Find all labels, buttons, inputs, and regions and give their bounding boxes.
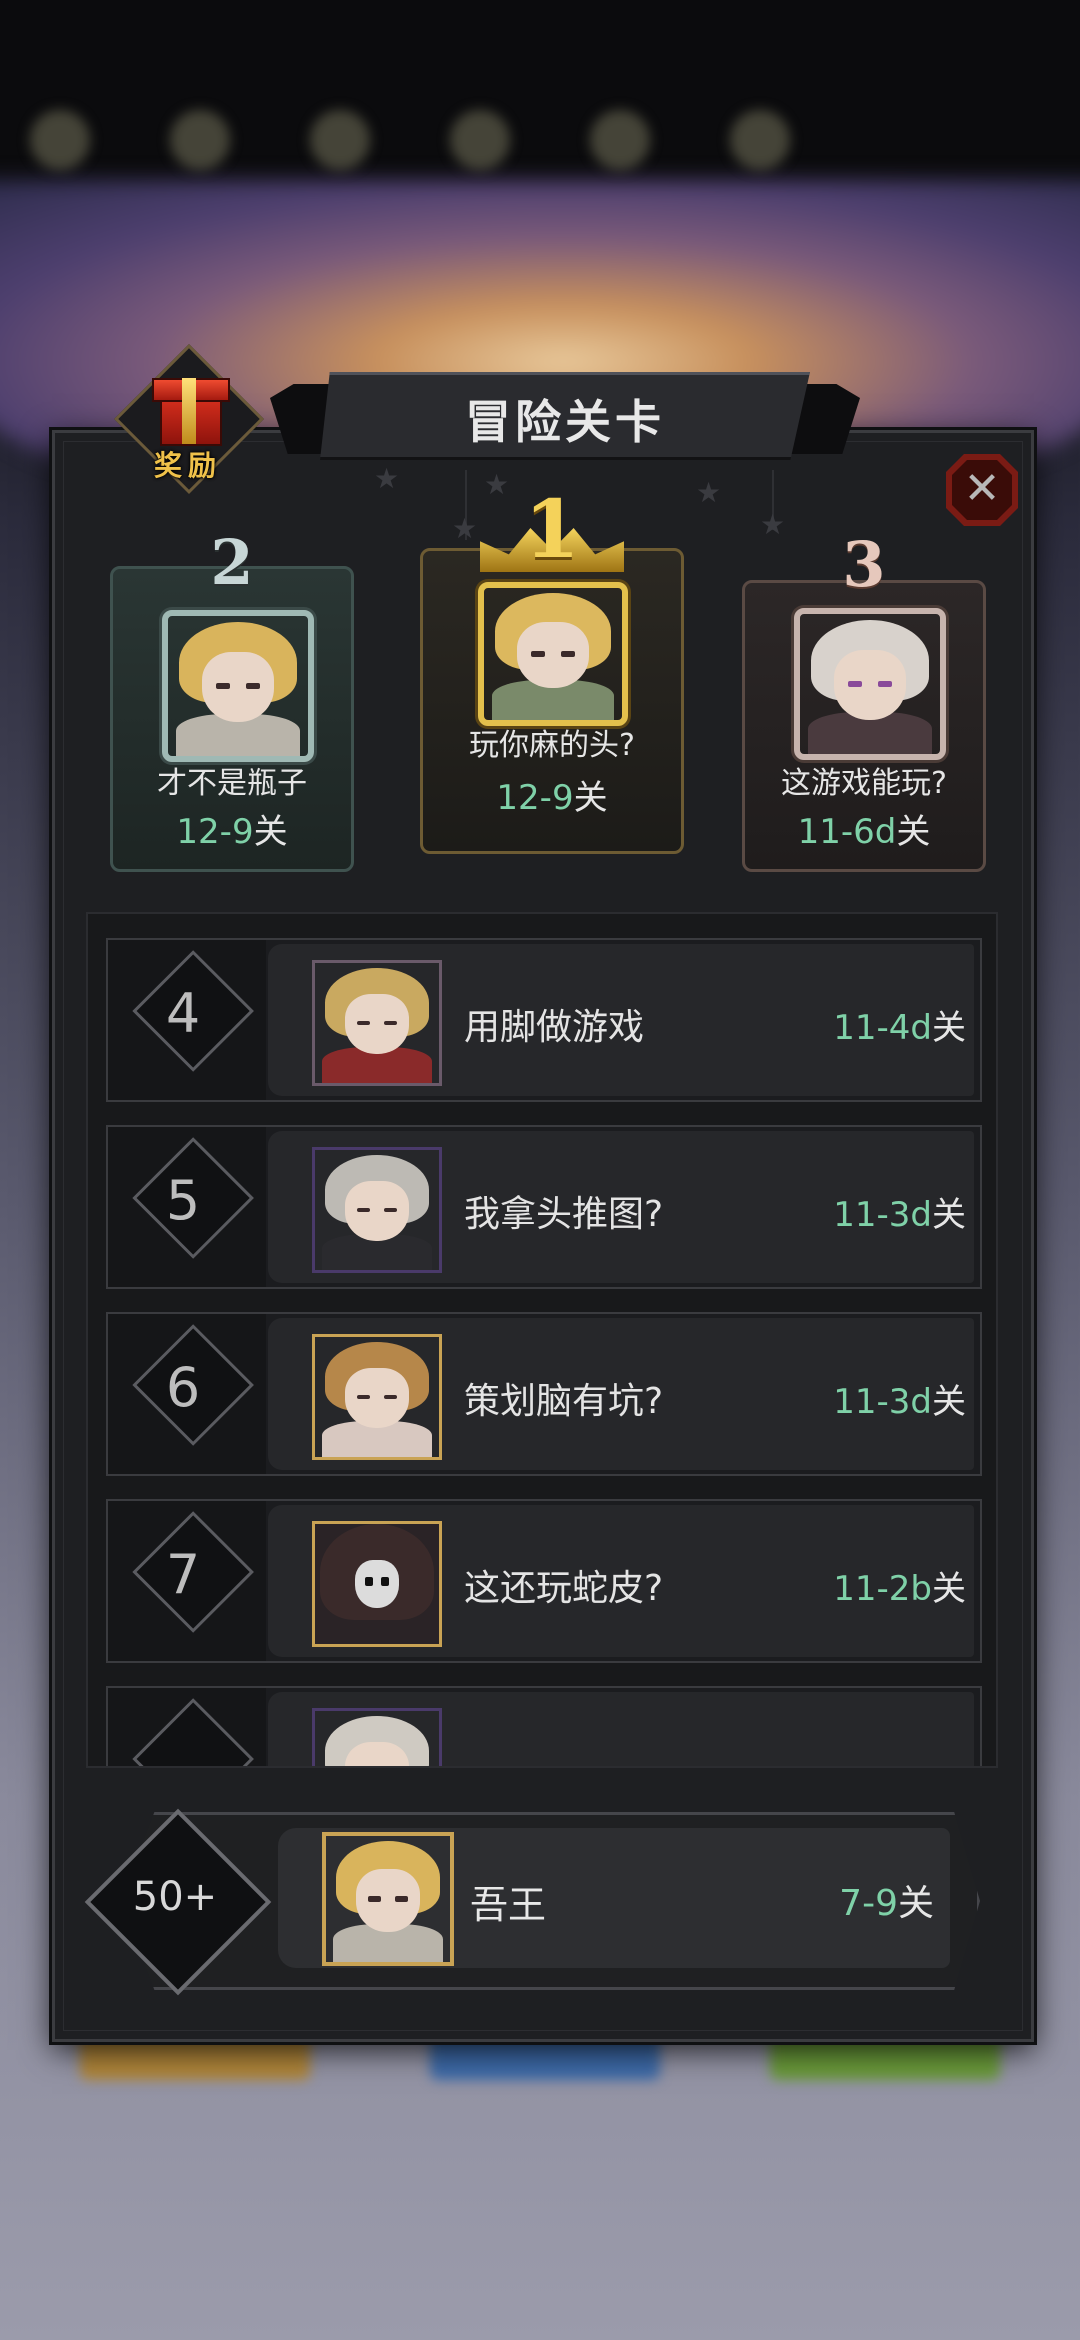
player-level: 11-6d关 — [797, 812, 931, 852]
player-level: 7-9关 — [839, 1883, 934, 1924]
player-name: 才不是瓶子 — [157, 766, 307, 801]
player-avatar — [312, 1334, 442, 1460]
close-button[interactable]: ✕ — [946, 454, 1018, 526]
player-name: 玩你麻的头? — [469, 728, 635, 763]
player-level: 11-2b关 — [833, 1569, 966, 1609]
player-name: 我拿头推图? — [464, 1194, 664, 1235]
player-name: 策划脑有坑? — [464, 1381, 664, 1422]
player-name: 这还玩蛇皮? — [464, 1568, 664, 1609]
ranking-row[interactable]: 7 这还玩蛇皮? 11-2b关 — [106, 1499, 982, 1663]
player-avatar — [794, 608, 946, 760]
player-avatar — [478, 582, 628, 726]
player-avatar — [162, 610, 314, 762]
player-name: 这游戏能玩? — [781, 766, 947, 801]
podium-card-rank-1[interactable]: 1 玩你麻的头? 12-9关 — [420, 482, 684, 854]
rank-number: 6 — [165, 1356, 201, 1419]
podium-card-rank-3[interactable]: 3 这游戏能玩? 11-6d关 — [742, 528, 986, 872]
my-ranking-row[interactable]: 50+ 吾王 7-9关 — [84, 1808, 980, 1996]
rank-number: 2 — [210, 526, 254, 599]
ranking-list[interactable]: 4 用脚做游戏 11-4d关 5 我拿头推图? 11-3d关 6 策划脑有坑? … — [86, 912, 998, 1768]
ranking-row[interactable] — [106, 1686, 982, 1766]
ranking-row[interactable]: 4 用脚做游戏 11-4d关 — [106, 938, 982, 1102]
ranking-row[interactable]: 5 我拿头推图? 11-3d关 — [106, 1125, 982, 1289]
player-level: 11-3d关 — [833, 1382, 966, 1422]
player-avatar — [312, 1708, 442, 1766]
player-level: 11-3d关 — [833, 1195, 966, 1235]
close-icon: ✕ — [952, 460, 1012, 520]
reward-label: 奖励 — [153, 449, 222, 482]
player-avatar — [312, 1147, 442, 1273]
rank-number: 3 — [842, 528, 886, 601]
player-name: 吾王 — [470, 1883, 547, 1927]
ranking-row[interactable]: 6 策划脑有坑? 11-3d关 — [106, 1312, 982, 1476]
rank-number: 1 — [524, 482, 580, 576]
player-avatar — [322, 1832, 454, 1966]
background-currency-bar — [0, 90, 1080, 190]
player-level: 12-9关 — [176, 812, 288, 852]
player-level: 12-9关 — [496, 778, 608, 818]
star-icon: ★ — [696, 476, 722, 509]
rank-number: 7 — [165, 1543, 201, 1606]
podium-card-rank-2[interactable]: 2 才不是瓶子 12-9关 — [110, 526, 354, 872]
player-level: 11-4d关 — [833, 1008, 966, 1048]
reward-button[interactable]: 奖励 — [114, 344, 264, 494]
title-banner: 冒险关卡 — [270, 372, 860, 472]
page-title: 冒险关卡 — [465, 395, 665, 449]
rank-number: 4 — [165, 982, 201, 1045]
player-name: 用脚做游戏 — [464, 1007, 645, 1048]
player-avatar — [312, 960, 442, 1086]
rank-number: 5 — [165, 1169, 201, 1232]
rank-number: 50+ — [132, 1874, 218, 1920]
player-avatar — [312, 1521, 442, 1647]
